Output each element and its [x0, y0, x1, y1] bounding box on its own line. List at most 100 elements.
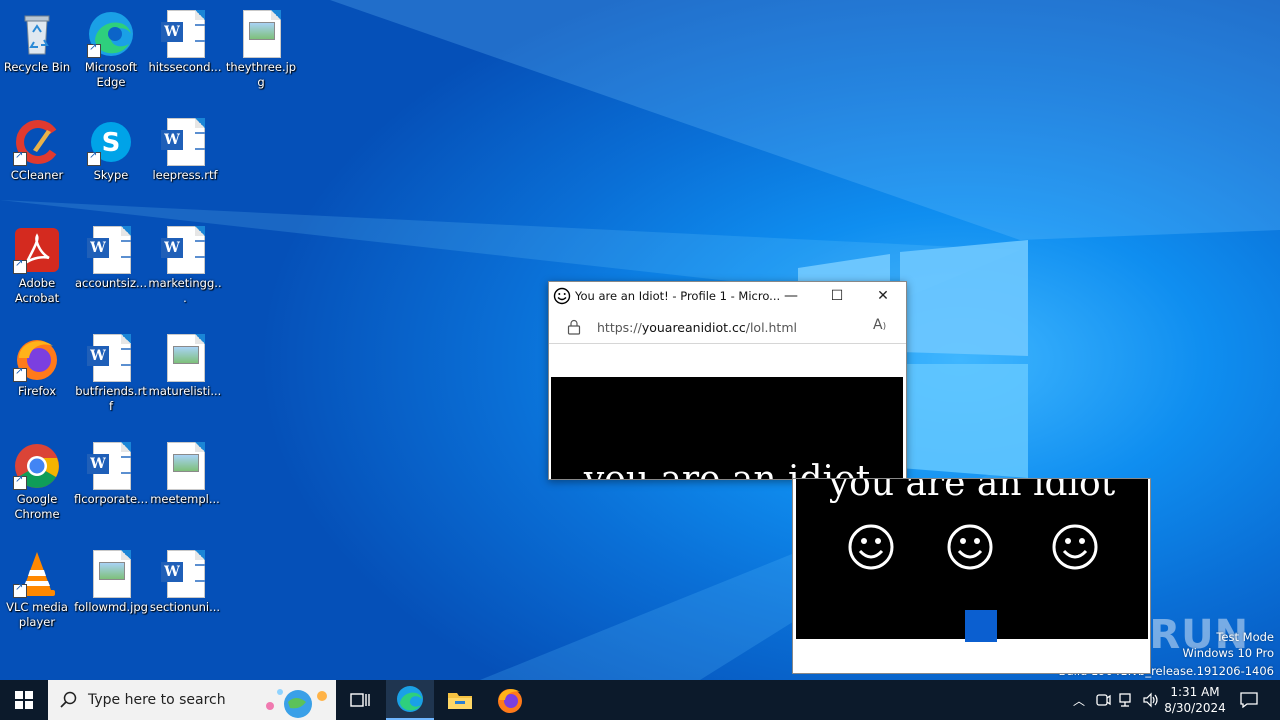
desktop-icon-label: Google Chrome	[14, 492, 60, 521]
network-button[interactable]	[1116, 680, 1138, 720]
desktop-icon-label: followmd.jpg	[74, 600, 148, 614]
taskbar-firefox-button[interactable]	[486, 680, 534, 720]
desktop-icon-marketingg[interactable]: W marketingg...	[148, 220, 222, 324]
shortcut-arrow-icon	[87, 150, 101, 166]
desktop-icon-label: Recycle Bin	[3, 60, 71, 74]
minimize-button[interactable]: —	[768, 282, 814, 310]
maximize-button[interactable]: ☐	[814, 282, 860, 310]
desktop-icon-label: CCleaner	[10, 168, 64, 182]
desktop-icon-label: accountsiz...	[74, 276, 147, 290]
clock-time: 1:31 AM	[1170, 685, 1220, 699]
search-icon	[60, 691, 77, 708]
smiley-icon	[1052, 524, 1098, 570]
window-title: You are an Idiot! - Profile 1 - Micro...	[575, 289, 781, 303]
desktop-icon-theythree[interactable]: theythree.jpg	[224, 4, 298, 108]
task-view-icon	[350, 693, 370, 707]
url-text[interactable]: https://youareanidiot.cc/lol.html	[597, 320, 797, 335]
desktop-icon-accountsiz[interactable]: W accountsiz...	[74, 220, 148, 324]
action-center-button[interactable]	[1234, 680, 1264, 720]
windows-start-icon	[15, 691, 33, 709]
desktop-icon-recycle-bin[interactable]: Recycle Bin	[0, 4, 74, 108]
tray-app-icon[interactable]	[1092, 680, 1114, 720]
blue-square	[965, 610, 997, 642]
smiley-icon	[848, 524, 894, 570]
desktop-icon-label: marketingg...	[148, 276, 222, 305]
popup-browser-window[interactable]: you are an idiot	[792, 478, 1151, 674]
start-button[interactable]	[0, 680, 48, 720]
svg-text:S: S	[102, 128, 121, 158]
desktop-icon-followmd[interactable]: followmd.jpg	[74, 544, 148, 648]
close-button[interactable]: ✕	[860, 282, 906, 310]
taskbar-edge-button[interactable]	[386, 680, 434, 720]
taskbar-search-box[interactable]: Type here to search	[48, 680, 336, 720]
word-doc-icon: W	[161, 10, 209, 58]
word-doc-icon: W	[161, 226, 209, 274]
desktop-icon-label: Skype	[93, 168, 129, 182]
clock-date: 8/30/2024	[1164, 701, 1226, 715]
recycle-bin-icon	[13, 10, 61, 58]
word-doc-icon: W	[161, 550, 209, 598]
smiley-icon	[947, 524, 993, 570]
firefox-icon	[13, 334, 61, 382]
edge-icon	[87, 10, 135, 58]
volume-button[interactable]	[1140, 680, 1162, 720]
image-file-icon	[237, 10, 285, 58]
word-doc-icon: W	[87, 334, 135, 382]
acrobat-icon	[13, 226, 61, 274]
windows-edition-text: Windows 10 Pro	[1182, 646, 1274, 660]
word-doc-icon: W	[161, 118, 209, 166]
desktop-icon-label: meetempl...	[150, 492, 220, 506]
desktop-icon-butfriends[interactable]: W butfriends.rtf	[74, 328, 148, 432]
taskbar-file-explorer-button[interactable]	[436, 680, 484, 720]
edge-browser-window[interactable]: You are an Idiot! - Profile 1 - Micro...…	[548, 281, 907, 480]
image-file-icon	[161, 442, 209, 490]
speaker-icon	[1143, 692, 1158, 708]
desktop-icon-meetempl[interactable]: meetempl...	[148, 436, 222, 540]
desktop-icon-label: sectionuni...	[149, 600, 221, 614]
desktop-icon-label: Microsoft Edge	[84, 60, 138, 89]
meet-now-icon	[1096, 694, 1111, 706]
desktop-icon-microsoft-edge[interactable]: Microsoft Edge	[74, 4, 148, 108]
desktop-icon-label: flcorporate...	[74, 492, 148, 506]
chrome-icon	[13, 442, 61, 490]
desktop-icon-label: hitssecond...	[148, 60, 222, 74]
notification-icon	[1240, 692, 1258, 708]
desktop-icon-ccleaner[interactable]: CCleaner	[0, 112, 74, 216]
desktop-icon-label: maturelisti...	[148, 384, 222, 398]
address-bar[interactable]: https://youareanidiot.cc/lol.html A)	[549, 311, 906, 344]
clock-button[interactable]: 1:31 AM 8/30/2024	[1164, 680, 1226, 720]
desktop-icon-vlc[interactable]: VLC media player	[0, 544, 74, 648]
page-headline: you are an idiot	[583, 459, 871, 480]
network-icon	[1119, 693, 1131, 707]
ccleaner-icon	[13, 118, 61, 166]
word-doc-icon: W	[87, 226, 135, 274]
skype-icon: S	[87, 118, 135, 166]
shortcut-arrow-icon	[13, 150, 27, 166]
desktop-icon-google-chrome[interactable]: Google Chrome	[0, 436, 74, 540]
desktop-icon-adobe-acrobat[interactable]: Adobe Acrobat	[0, 220, 74, 324]
desktop-icon-sectionuni[interactable]: W sectionuni...	[148, 544, 222, 648]
desktop-icon-leepress[interactable]: W leepress.rtf	[148, 112, 222, 216]
desktop-icon-label: theythree.jpg	[225, 60, 297, 89]
desktop-icon-hitssecond[interactable]: W hitssecond...	[148, 4, 222, 108]
desktop-icon-flcorporate[interactable]: W flcorporate...	[74, 436, 148, 540]
desktop-icon-skype[interactable]: S Skype	[74, 112, 148, 216]
image-file-icon	[161, 334, 209, 382]
page-content: you are an idiot	[551, 377, 903, 480]
window-titlebar[interactable]: You are an Idiot! - Profile 1 - Micro...…	[549, 282, 906, 310]
show-hidden-icons-button[interactable]: ︿	[1068, 680, 1090, 720]
image-file-icon	[87, 550, 135, 598]
desktop-icon-maturelisti[interactable]: maturelisti...	[148, 328, 222, 432]
vlc-icon	[13, 550, 61, 598]
read-aloud-icon[interactable]: A)	[873, 317, 886, 333]
lock-icon	[567, 319, 581, 338]
file-explorer-icon	[448, 693, 472, 709]
edge-icon	[397, 686, 423, 712]
desktop-icon-firefox[interactable]: Firefox	[0, 328, 74, 432]
shortcut-arrow-icon	[13, 582, 27, 598]
popup-headline: you are an idiot	[828, 479, 1116, 504]
task-view-button[interactable]	[336, 680, 384, 720]
search-highlight-icon	[266, 689, 327, 718]
search-placeholder: Type here to search	[88, 692, 226, 708]
shortcut-arrow-icon	[87, 42, 101, 58]
